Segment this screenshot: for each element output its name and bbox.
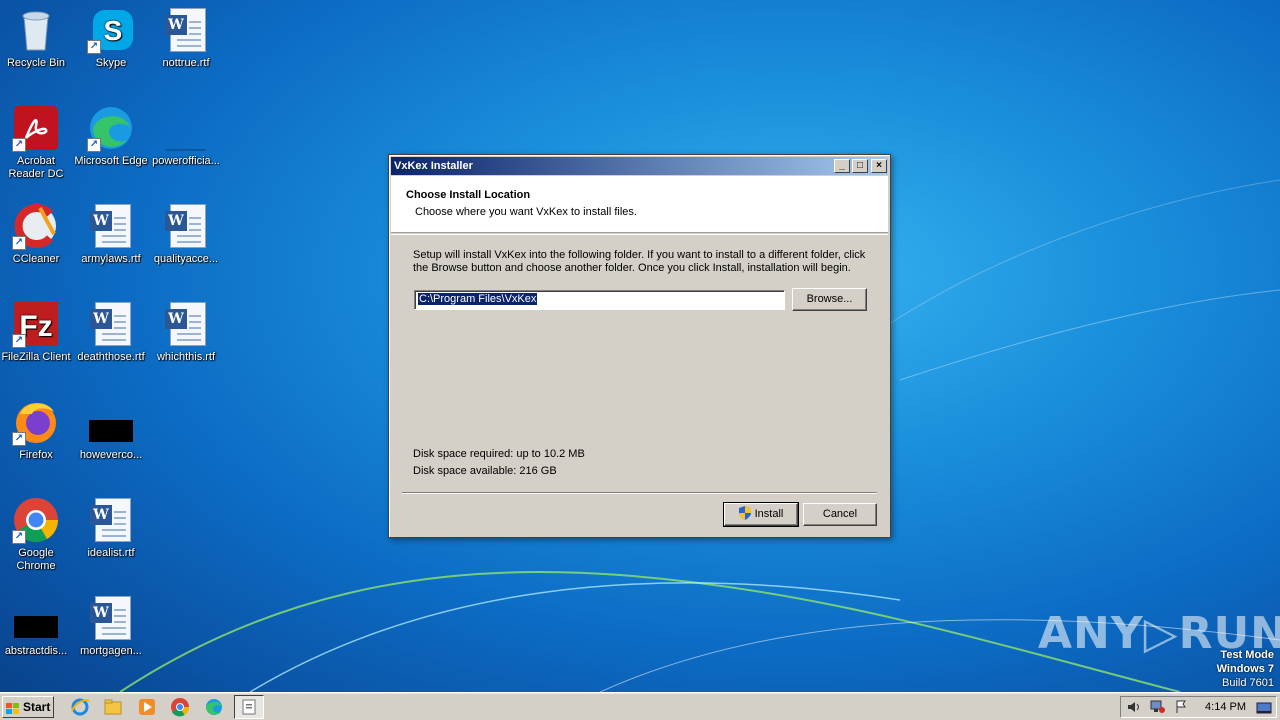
desktop-icon-nottrue[interactable]: W nottrue.rtf	[148, 6, 224, 70]
filezilla-icon: Fz ↗	[12, 300, 60, 348]
volume-icon[interactable]	[1126, 700, 1140, 717]
word-document-icon: W	[87, 496, 135, 544]
network-icon[interactable]	[1150, 700, 1166, 717]
word-document-icon: W	[162, 202, 210, 250]
skype-icon: S ↗	[87, 6, 135, 54]
edge-taskbar-icon[interactable]	[204, 697, 224, 717]
desktop-icon-powerofficia[interactable]: powerofficia...	[148, 104, 224, 168]
word-document-icon: W	[162, 6, 210, 54]
desktop-icon-ccleaner[interactable]: ↗ CCleaner	[0, 202, 74, 266]
install-button-label: Install	[754, 508, 784, 520]
desktop-icon-acrobat[interactable]: ↗ Acrobat Reader DC	[0, 104, 74, 181]
desktop-icon-skype[interactable]: S ↗ Skype	[73, 6, 149, 70]
black-file-icon	[87, 398, 135, 446]
desktop-icon-chrome[interactable]: ↗ Google Chrome	[0, 496, 74, 573]
dialog-titlebar[interactable]: VxKex Installer _ □ ×	[391, 157, 888, 175]
chrome-icon: ↗	[12, 496, 60, 544]
dialog-title: VxKex Installer	[394, 160, 473, 172]
disk-space-available: Disk space available: 216 GB	[413, 465, 557, 477]
firefox-icon: ↗	[12, 398, 60, 446]
header-divider	[391, 234, 888, 235]
internet-explorer-icon[interactable]	[70, 697, 90, 717]
installer-icon	[242, 699, 256, 715]
word-document-icon: W	[87, 300, 135, 348]
windows-flag-icon	[6, 701, 20, 714]
installer-taskbar-button[interactable]	[234, 695, 264, 719]
desktop-icon-qualityacce[interactable]: W qualityacce...	[148, 202, 224, 266]
system-tray: 4:14 PM	[1120, 696, 1277, 718]
watermark-line-3: Build 7601	[1222, 677, 1274, 689]
test-mode-watermark: Test Mode Windows 7 Build 7601	[1217, 648, 1274, 690]
acrobat-icon: ↗	[12, 104, 60, 152]
desktop-icon-abstractdis[interactable]: abstractdis...	[0, 594, 74, 658]
desktop-icon-edge[interactable]: ↗ Microsoft Edge	[73, 104, 149, 168]
close-button[interactable]: ×	[871, 159, 887, 173]
cancel-button[interactable]: Cancel	[803, 503, 877, 526]
maximize-button[interactable]: □	[852, 159, 868, 173]
clock[interactable]: 4:14 PM	[1205, 701, 1246, 713]
word-document-icon: W	[87, 594, 135, 642]
ccleaner-icon: ↗	[12, 202, 60, 250]
dialog-header: Choose Install Location Choose where you…	[391, 176, 888, 233]
desktop-icon-firefox[interactable]: ↗ Firefox	[0, 398, 74, 462]
desktop-icon-armylaws[interactable]: W armylaws.rtf	[73, 202, 149, 266]
browse-button[interactable]: Browse...	[792, 288, 867, 311]
desktop-icon-howeverco[interactable]: howeverco...	[73, 398, 149, 462]
disk-space-required: Disk space required: up to 10.2 MB	[413, 448, 585, 460]
desktop-icon-idealist[interactable]: W idealist.rtf	[73, 496, 149, 560]
start-label: Start	[23, 700, 51, 714]
install-path-value: C:\Program Files\VxKex	[418, 293, 538, 305]
installer-dialog: VxKex Installer _ □ × Choose Install Loc…	[388, 154, 891, 538]
desktop-icon-deaththose[interactable]: W deaththose.rtf	[73, 300, 149, 364]
install-button[interactable]: Install	[723, 502, 799, 528]
install-description: Setup will install VxKex into the follow…	[413, 249, 866, 274]
show-desktop-icon[interactable]	[1256, 701, 1272, 718]
watermark-line-2: Windows 7	[1216, 663, 1274, 675]
desktop-icon-recycle-bin[interactable]: Recycle Bin	[0, 6, 74, 70]
action-center-flag-icon[interactable]	[1174, 700, 1188, 717]
edge-icon: ↗	[87, 104, 135, 152]
media-player-icon[interactable]	[137, 697, 157, 717]
taskbar: Start 4:14 PM	[0, 692, 1280, 720]
minimize-button[interactable]: _	[834, 159, 850, 173]
desktop-icon-mortgagen[interactable]: W mortgagen...	[73, 594, 149, 658]
shield-icon	[738, 506, 751, 528]
svg-text:S: S	[104, 15, 123, 46]
start-button[interactable]: Start	[2, 696, 54, 718]
black-file-icon	[12, 594, 60, 642]
install-path-input[interactable]: C:\Program Files\VxKex	[414, 290, 785, 310]
file-explorer-icon[interactable]	[103, 697, 123, 717]
footer-divider	[402, 492, 877, 494]
recycle-bin-icon	[12, 6, 60, 54]
watermark-line-1: Test Mode	[1220, 649, 1274, 661]
chrome-taskbar-icon[interactable]	[170, 697, 190, 717]
word-document-icon: W	[162, 300, 210, 348]
desktop-icon-whichthis[interactable]: W whichthis.rtf	[148, 300, 224, 364]
blank-file-icon	[162, 104, 210, 152]
desktop-icon-filezilla[interactable]: Fz ↗ FileZilla Client	[0, 300, 74, 364]
page-heading: Choose Install Location	[406, 189, 531, 201]
word-document-icon: W	[87, 202, 135, 250]
page-subheading: Choose where you want VxKex to install f…	[415, 206, 637, 218]
